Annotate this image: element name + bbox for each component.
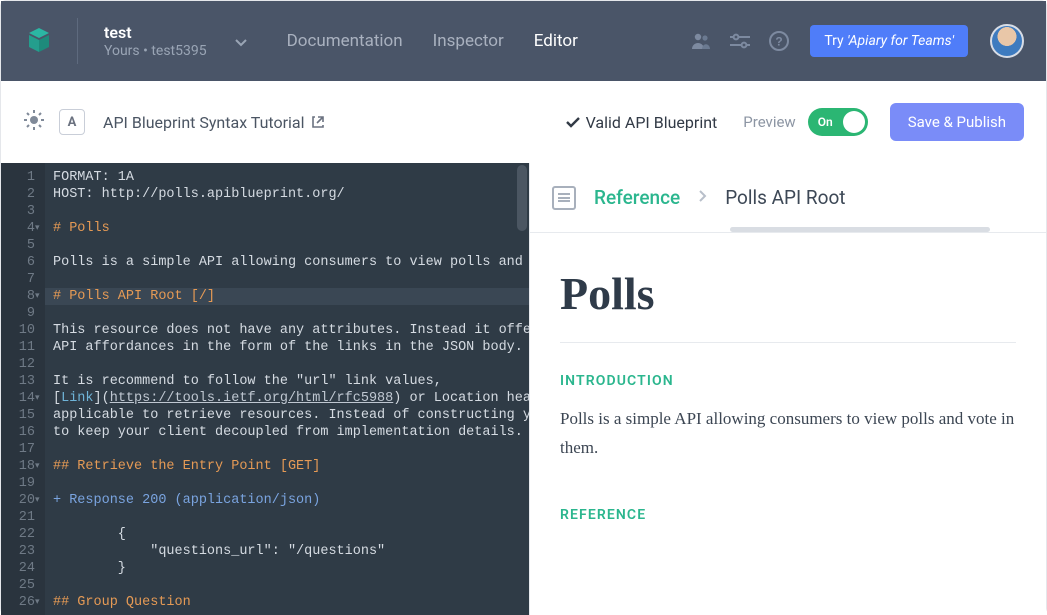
editor-line[interactable]: 4▾# Polls xyxy=(1,220,529,237)
format-badge[interactable]: A xyxy=(59,109,85,135)
user-avatar[interactable] xyxy=(990,24,1024,58)
editor-line[interactable]: 13It is recommend to follow the "url" li… xyxy=(1,373,529,390)
nav-editor[interactable]: Editor xyxy=(534,31,578,51)
editor-line[interactable]: 2HOST: http://polls.apiblueprint.org/ xyxy=(1,186,529,203)
editor-line[interactable]: 22 { xyxy=(1,526,529,543)
editor-line[interactable]: 26▾## Group Question xyxy=(1,594,529,611)
try-teams-button[interactable]: Try 'Apiary for Teams' xyxy=(810,25,968,57)
divider xyxy=(560,342,1016,343)
doc-heading: Polls xyxy=(560,267,1016,320)
section-label-intro: INTRODUCTION xyxy=(560,373,1016,389)
editor-line[interactable]: 1FORMAT: 1A xyxy=(1,169,529,186)
external-link-icon xyxy=(311,115,325,129)
editor-line[interactable]: 10This resource does not have any attrib… xyxy=(1,322,529,339)
settings-sliders-icon[interactable] xyxy=(730,33,750,49)
chevron-down-icon[interactable] xyxy=(235,32,247,51)
project-title: test xyxy=(104,23,207,42)
list-icon[interactable] xyxy=(552,186,576,210)
brightness-icon[interactable] xyxy=(23,109,45,135)
editor-line[interactable]: 3 xyxy=(1,203,529,220)
intro-paragraph: Polls is a simple API allowing consumers… xyxy=(560,405,1016,463)
preview-breadcrumb: Reference Polls API Root xyxy=(530,163,1046,233)
validation-status: Valid API Blueprint xyxy=(566,113,718,132)
section-label-reference: REFERENCE xyxy=(560,507,1016,523)
editor-line[interactable]: 20▾+ Response 200 (application/json) xyxy=(1,492,529,509)
check-icon xyxy=(566,116,580,128)
editor-line[interactable]: 16to keep your client decoupled from imp… xyxy=(1,424,529,441)
fold-icon[interactable]: ▾ xyxy=(35,220,40,237)
preview-label: Preview xyxy=(743,113,795,131)
preview-toggle[interactable]: On xyxy=(808,108,868,136)
save-publish-button[interactable]: Save & Publish xyxy=(890,103,1024,141)
editor-toolbar: A API Blueprint Syntax Tutorial Valid AP… xyxy=(1,81,1046,163)
fold-icon[interactable]: ▾ xyxy=(35,594,40,611)
nav-documentation[interactable]: Documentation xyxy=(287,31,403,51)
divider xyxy=(77,18,78,64)
project-subtitle: Yours • test5395 xyxy=(104,43,207,59)
editor-line[interactable]: 5 xyxy=(1,237,529,254)
editor-line[interactable]: 23 "questions_url": "/questions" xyxy=(1,543,529,560)
editor-line[interactable]: 19 xyxy=(1,475,529,492)
editor-line[interactable]: 12 xyxy=(1,356,529,373)
chevron-right-icon xyxy=(698,188,707,207)
editor-line[interactable]: 8▾# Polls API Root [/] xyxy=(1,288,529,305)
team-icon[interactable] xyxy=(690,32,712,50)
main-split: 1FORMAT: 1A2HOST: http://polls.apibluepr… xyxy=(1,163,1046,615)
syntax-tutorial-link[interactable]: API Blueprint Syntax Tutorial xyxy=(103,113,325,132)
app-logo[interactable] xyxy=(23,25,55,57)
editor-line[interactable]: 25 xyxy=(1,577,529,594)
editor-line[interactable]: 24 } xyxy=(1,560,529,577)
editor-line[interactable]: 17 xyxy=(1,441,529,458)
editor-line[interactable]: 15applicable to retrieve resources. Inst… xyxy=(1,407,529,424)
code-editor[interactable]: 1FORMAT: 1A2HOST: http://polls.apibluepr… xyxy=(1,163,529,615)
editor-line[interactable]: 14▾[Link](https://tools.ietf.org/html/rf… xyxy=(1,390,529,407)
project-switcher[interactable]: test Yours • test5395 xyxy=(104,23,207,58)
help-icon[interactable]: ? xyxy=(768,30,790,52)
fold-icon[interactable]: ▾ xyxy=(35,458,40,475)
breadcrumb-scrollbar[interactable] xyxy=(730,227,990,232)
fold-icon[interactable]: ▾ xyxy=(35,492,40,509)
fold-icon[interactable]: ▾ xyxy=(35,288,40,305)
editor-line[interactable]: 21 xyxy=(1,509,529,526)
editor-line[interactable]: 18▾## Retrieve the Entry Point [GET] xyxy=(1,458,529,475)
svg-text:?: ? xyxy=(776,35,783,49)
editor-scrollbar[interactable] xyxy=(517,165,527,231)
editor-line[interactable]: 6Polls is a simple API allowing consumer… xyxy=(1,254,529,271)
crumb-title: Polls API Root xyxy=(725,186,845,209)
nav-inspector[interactable]: Inspector xyxy=(433,31,504,51)
preview-document: Polls INTRODUCTION Polls is a simple API… xyxy=(530,233,1046,573)
main-nav: Documentation Inspector Editor xyxy=(287,31,578,51)
top-bar: test Yours • test5395 Documentation Insp… xyxy=(1,1,1046,81)
crumb-reference[interactable]: Reference xyxy=(594,186,680,209)
editor-line[interactable]: 9 xyxy=(1,305,529,322)
fold-icon[interactable]: ▾ xyxy=(35,390,40,407)
preview-pane: Reference Polls API Root Polls INTRODUCT… xyxy=(529,163,1046,615)
editor-line[interactable]: 7 xyxy=(1,271,529,288)
editor-line[interactable]: 11API affordances in the form of the lin… xyxy=(1,339,529,356)
